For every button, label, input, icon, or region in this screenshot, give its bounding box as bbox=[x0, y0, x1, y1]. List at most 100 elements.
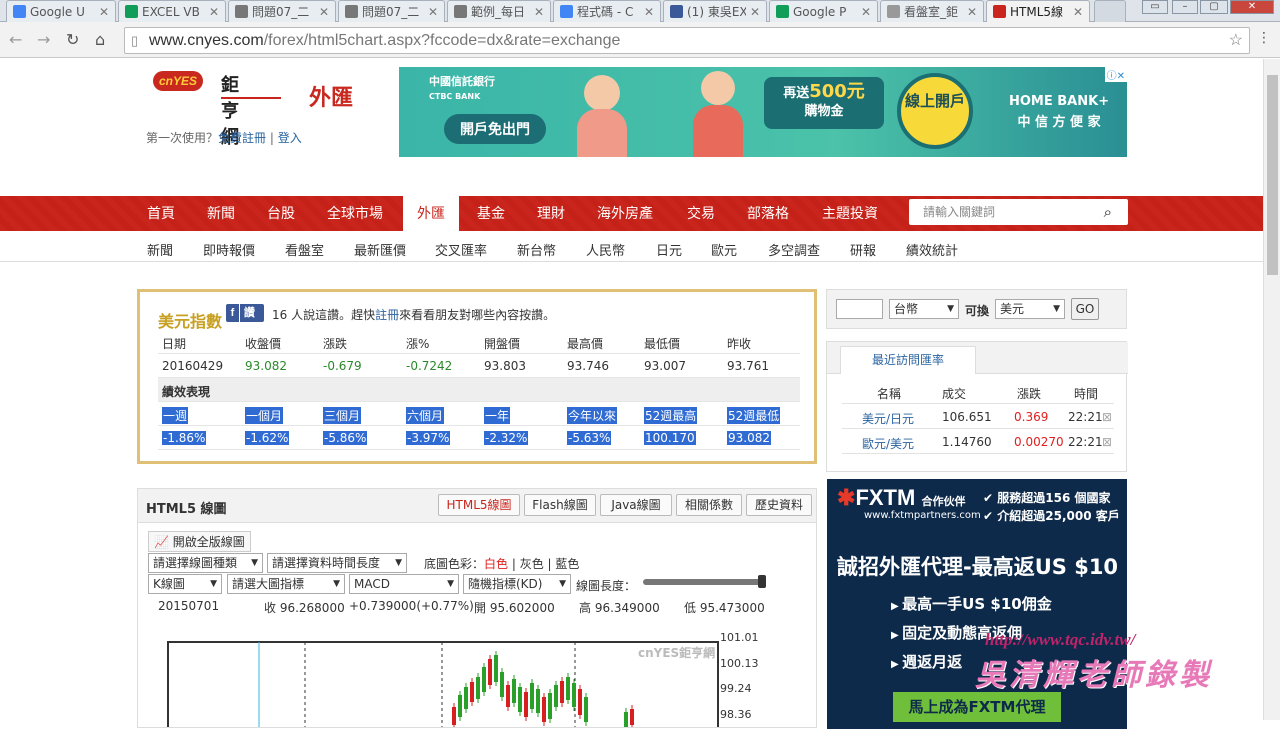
length-slider[interactable] bbox=[643, 579, 763, 585]
ctbc-banner-ad[interactable]: 中國信託銀行 CTBC BANK 開戶免出門 再送500元 購物金 線上開戶 HOM… bbox=[399, 67, 1127, 157]
browser-tab[interactable]: 問題07_二 ✕ bbox=[228, 0, 336, 22]
close-tab-icon[interactable]: ✕ bbox=[861, 5, 871, 19]
remove-rate-icon[interactable]: ⊠ bbox=[1102, 435, 1112, 449]
chart-button-0[interactable]: HTML5線圖 bbox=[438, 494, 520, 516]
new-tab-button[interactable] bbox=[1094, 0, 1126, 22]
reload-icon[interactable]: ↻ bbox=[66, 30, 79, 49]
close-tab-icon[interactable]: ✕ bbox=[99, 5, 109, 19]
rate-name[interactable]: 歐元/美元 bbox=[862, 435, 914, 452]
go-button[interactable]: GO bbox=[1071, 298, 1099, 320]
browser-tab[interactable]: 程式碼 - C ✕ bbox=[553, 0, 661, 22]
browser-tab[interactable]: HTML5線 ✕ bbox=[986, 0, 1090, 22]
search-icon[interactable]: ⌕ bbox=[1104, 199, 1112, 225]
bg-gray-option[interactable]: 灰色 bbox=[520, 557, 544, 571]
close-tab-icon[interactable]: ✕ bbox=[319, 5, 329, 19]
subnav-item-2[interactable]: 看盤室 bbox=[285, 240, 324, 259]
search-input[interactable]: 請輸入關鍵詞 ⌕ bbox=[909, 199, 1128, 225]
subnav-item-3[interactable]: 最新匯價 bbox=[354, 240, 406, 259]
chart-button-4[interactable]: 歷史資料 bbox=[746, 494, 812, 516]
ktype-select[interactable]: K線圖 ▼ bbox=[148, 574, 222, 594]
bg-white-option[interactable]: 白色 bbox=[484, 557, 508, 571]
favicon-icon bbox=[454, 5, 467, 18]
forward-icon[interactable]: → bbox=[37, 30, 50, 49]
browser-tab[interactable]: 範例_每日 ✕ bbox=[447, 0, 551, 22]
amount-input[interactable] bbox=[836, 299, 883, 319]
nav-item-0[interactable]: 首頁 bbox=[147, 196, 175, 231]
close-tab-icon[interactable]: ✕ bbox=[644, 5, 654, 19]
bookmark-star-icon[interactable]: ☆ bbox=[1229, 28, 1243, 53]
site-logo[interactable]: cnYES 鉅亨網 bbox=[153, 71, 281, 148]
browser-tab[interactable]: EXCEL VB ✕ bbox=[118, 0, 226, 22]
close-tab-icon[interactable]: ✕ bbox=[428, 5, 438, 19]
nav-item-4[interactable]: 外匯 bbox=[403, 193, 459, 231]
main-indicator-select[interactable]: 請選大圖指標 ▼ bbox=[227, 574, 345, 594]
subnav-item-4[interactable]: 交叉匯率 bbox=[435, 240, 487, 259]
close-tab-icon[interactable]: ✕ bbox=[209, 5, 219, 19]
menu-icon[interactable]: ⋮ bbox=[1257, 30, 1271, 46]
facebook-like-button[interactable]: f 讚 bbox=[226, 304, 264, 322]
nav-item-2[interactable]: 台股 bbox=[267, 196, 295, 231]
recent-rate-row[interactable]: 美元/日元 106.651 0.369 22:21 ⊠ bbox=[842, 404, 1114, 429]
fullscreen-chart-button[interactable]: 📈 開啟全版線圖 bbox=[148, 531, 251, 552]
subnav-item-0[interactable]: 新聞 bbox=[147, 240, 173, 259]
scrollbar-thumb[interactable] bbox=[1267, 75, 1278, 275]
fxtm-cta-button[interactable]: 馬上成為FXTM代理 bbox=[893, 692, 1061, 722]
rate-price: 106.651 bbox=[942, 410, 992, 424]
ad-choices-icon[interactable]: ⓘ✕ bbox=[1104, 67, 1127, 82]
tab-recent-rates[interactable]: 最近訪問匯率 bbox=[840, 346, 976, 374]
candlestick-chart[interactable] bbox=[166, 637, 816, 727]
nav-item-8[interactable]: 交易 bbox=[687, 196, 715, 231]
rate-name[interactable]: 美元/日元 bbox=[862, 410, 914, 427]
bg-blue-option[interactable]: 藍色 bbox=[555, 557, 579, 571]
minimize-icon[interactable]: – bbox=[1172, 0, 1198, 14]
subnav-item-11[interactable]: 績效統計 bbox=[906, 240, 958, 259]
chart-type-select[interactable]: 請選擇線圖種類 ▼ bbox=[148, 553, 263, 573]
register-link[interactable]: 免費註冊 bbox=[218, 131, 266, 145]
page-scrollbar[interactable] bbox=[1263, 59, 1280, 720]
subnav-item-1[interactable]: 即時報價 bbox=[203, 240, 255, 259]
maximize-icon[interactable]: ▢ bbox=[1200, 0, 1228, 14]
back-icon[interactable]: ← bbox=[9, 30, 22, 49]
browser-tab[interactable]: Google U ✕ bbox=[6, 0, 116, 22]
subnav-item-8[interactable]: 歐元 bbox=[711, 240, 737, 259]
browser-tab[interactable]: 問題07_二 ✕ bbox=[338, 0, 445, 22]
fb-register-link[interactable]: 註冊 bbox=[375, 308, 399, 322]
subnav-item-6[interactable]: 人民幣 bbox=[586, 240, 625, 259]
subnav-item-10[interactable]: 研報 bbox=[850, 240, 876, 259]
length-slider-handle[interactable] bbox=[758, 575, 766, 588]
close-window-icon[interactable]: ✕ bbox=[1230, 0, 1274, 14]
period-select[interactable]: 請選擇資料時間長度 ▼ bbox=[267, 553, 407, 573]
close-tab-icon[interactable]: ✕ bbox=[967, 5, 977, 19]
subnav-item-7[interactable]: 日元 bbox=[656, 240, 682, 259]
chart-button-1[interactable]: Flash線圖 bbox=[524, 494, 596, 516]
url-input[interactable]: ▯ www.cnyes.com/forex/html5chart.aspx?fc… bbox=[124, 27, 1250, 54]
subnav-item-5[interactable]: 新台幣 bbox=[517, 240, 556, 259]
perf-hdr-cell: 52週最低 bbox=[727, 407, 781, 424]
browser-tab[interactable]: 看盤室_鉅 ✕ bbox=[880, 0, 984, 22]
close-tab-icon[interactable]: ✕ bbox=[1073, 5, 1083, 19]
close-tab-icon[interactable]: ✕ bbox=[534, 5, 544, 19]
nav-item-7[interactable]: 海外房產 bbox=[597, 196, 653, 231]
browser-tab[interactable]: (1) 東吳EX ✕ bbox=[663, 0, 767, 22]
close-tab-icon[interactable]: ✕ bbox=[750, 5, 760, 19]
chart-button-3[interactable]: 相關係數 bbox=[676, 494, 742, 516]
browser-tab[interactable]: Google P ✕ bbox=[769, 0, 878, 22]
nav-item-5[interactable]: 基金 bbox=[477, 196, 505, 231]
nav-item-10[interactable]: 主題投資 bbox=[822, 196, 878, 231]
online-open-button[interactable]: 線上開戶 bbox=[897, 73, 973, 149]
chart-button-2[interactable]: Java線圖 bbox=[600, 494, 672, 516]
to-currency-select[interactable]: 美元 ▼ bbox=[995, 299, 1065, 319]
home-icon[interactable]: ⌂ bbox=[95, 30, 105, 49]
login-link[interactable]: 登入 bbox=[278, 131, 302, 145]
user-icon[interactable]: ▭ bbox=[1142, 0, 1168, 14]
indicator1-select[interactable]: MACD ▼ bbox=[349, 574, 459, 594]
nav-item-6[interactable]: 理財 bbox=[537, 196, 565, 231]
recent-rate-row[interactable]: 歐元/美元 1.14760 0.00270 22:21 ⊠ bbox=[842, 429, 1114, 454]
nav-item-3[interactable]: 全球市場 bbox=[327, 196, 383, 231]
remove-rate-icon[interactable]: ⊠ bbox=[1102, 410, 1112, 424]
subnav-item-9[interactable]: 多空調查 bbox=[768, 240, 820, 259]
from-currency-select[interactable]: 台幣 ▼ bbox=[889, 299, 959, 319]
indicator2-select[interactable]: 隨機指標(KD) ▼ bbox=[463, 574, 571, 594]
nav-item-1[interactable]: 新聞 bbox=[207, 196, 235, 231]
nav-item-9[interactable]: 部落格 bbox=[747, 196, 789, 231]
